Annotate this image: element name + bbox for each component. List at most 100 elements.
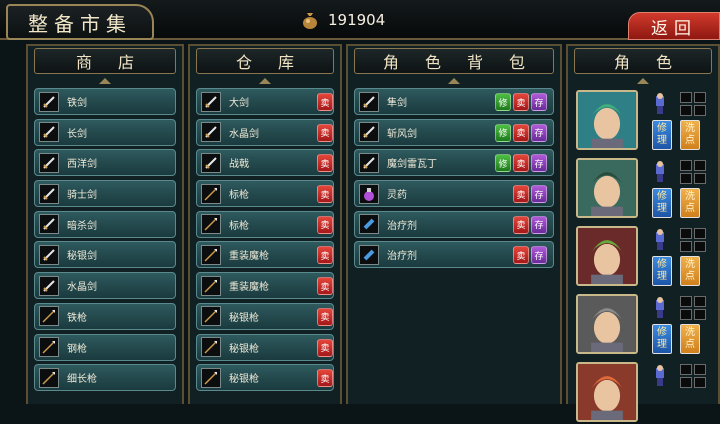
sell-button[interactable]: 卖 (513, 215, 529, 234)
character-card[interactable] (576, 362, 720, 424)
equipment-slot[interactable] (694, 377, 706, 388)
sell-button[interactable]: 卖 (317, 185, 333, 204)
character-portrait[interactable] (576, 158, 638, 218)
equipment-slot[interactable] (694, 241, 706, 252)
equipment-slot[interactable] (694, 160, 706, 171)
sell-button[interactable]: 卖 (317, 338, 333, 357)
character-card[interactable]: 修理 洗点 (576, 90, 720, 152)
store-button[interactable]: 存 (531, 123, 547, 142)
shop-item-row[interactable]: 铁剑 (34, 88, 176, 115)
sell-button[interactable]: 卖 (317, 307, 333, 326)
equipment-slot[interactable] (680, 105, 692, 116)
character-card[interactable]: 修理 洗点 (576, 158, 720, 220)
backpack-item-row[interactable]: 斩风剑 修卖存 (354, 118, 554, 146)
warehouse-item-row[interactable]: 秘银枪 卖 (196, 333, 334, 361)
shop-item-row[interactable]: 暗杀剑 (34, 210, 176, 238)
shop-item-row[interactable]: 钢枪 (34, 333, 176, 361)
reset-points-button[interactable]: 洗点 (680, 120, 700, 150)
repair-all-button[interactable]: 修理 (652, 120, 672, 150)
sword-icon (39, 152, 59, 173)
sell-button[interactable]: 卖 (317, 93, 333, 111)
backpack-item-row[interactable]: 隼剑 修卖存 (354, 88, 554, 115)
equipment-slot[interactable] (694, 228, 706, 239)
character-card[interactable]: 修理 洗点 (576, 226, 720, 288)
character-portrait[interactable] (576, 90, 638, 150)
repair-button[interactable]: 修 (495, 154, 511, 173)
sword-icon (201, 152, 221, 173)
reset-points-button[interactable]: 洗点 (680, 256, 700, 286)
equipment-slot[interactable] (694, 364, 706, 375)
equipment-slot[interactable] (694, 105, 706, 116)
equipment-slot[interactable] (694, 92, 706, 103)
warehouse-item-row[interactable]: 秘银枪 卖 (196, 364, 334, 392)
backpack-item-row[interactable]: 治疗剂 卖存 (354, 241, 554, 269)
warehouse-item-row[interactable]: 重装魔枪 卖 (196, 241, 334, 269)
store-button[interactable]: 存 (531, 93, 547, 111)
repair-all-button[interactable]: 修理 (652, 188, 672, 218)
shop-item-row[interactable]: 长剑 (34, 118, 176, 146)
equipment-slot[interactable] (680, 241, 692, 252)
backpack-item-row[interactable]: 灵药 卖存 (354, 180, 554, 208)
backpack-item-row[interactable]: 治疗剂 卖存 (354, 210, 554, 238)
sell-button[interactable]: 卖 (317, 277, 333, 296)
character-card[interactable]: 修理 洗点 (576, 294, 720, 356)
sell-button[interactable]: 卖 (317, 246, 333, 265)
repair-button[interactable]: 修 (495, 93, 511, 111)
spear-icon (201, 183, 221, 204)
back-button[interactable]: 返回 (628, 12, 720, 40)
warehouse-item-row[interactable]: 标枪 卖 (196, 180, 334, 208)
equipment-slot[interactable] (694, 309, 706, 320)
sell-button[interactable]: 卖 (317, 123, 333, 142)
divider (196, 74, 334, 88)
sell-button[interactable]: 卖 (317, 154, 333, 173)
sell-button[interactable]: 卖 (513, 185, 529, 204)
warehouse-item-row[interactable]: 战戟 卖 (196, 149, 334, 177)
reset-points-button[interactable]: 洗点 (680, 324, 700, 354)
shop-item-name: 铁剑 (67, 98, 87, 109)
equipment-slot[interactable] (694, 296, 706, 307)
sell-button[interactable]: 卖 (513, 246, 529, 265)
equipment-slot[interactable] (680, 309, 692, 320)
equipment-slot[interactable] (680, 160, 692, 171)
backpack-item-name: 隼剑 (387, 98, 407, 109)
shop-item-row[interactable]: 铁枪 (34, 302, 176, 330)
warehouse-item-row[interactable]: 重装魔枪 卖 (196, 272, 334, 300)
store-button[interactable]: 存 (531, 185, 547, 204)
warehouse-item-row[interactable]: 秘银枪 卖 (196, 302, 334, 330)
shop-item-row[interactable]: 水晶剑 (34, 272, 176, 300)
sell-button[interactable]: 卖 (317, 369, 333, 388)
character-portrait[interactable] (576, 362, 638, 422)
sell-button[interactable]: 卖 (513, 93, 529, 111)
equipment-slot[interactable] (694, 173, 706, 184)
character-panel: 角色 修理 洗点 修理 洗点 修理 洗点 修理 洗点 (566, 44, 720, 422)
equipment-slot[interactable] (680, 296, 692, 307)
equipment-slot[interactable] (680, 228, 692, 239)
repair-all-button[interactable]: 修理 (652, 256, 672, 286)
repair-all-button[interactable]: 修理 (652, 324, 672, 354)
equipment-slot[interactable] (680, 377, 692, 388)
warehouse-item-row[interactable]: 水晶剑 卖 (196, 118, 334, 146)
character-portrait[interactable] (576, 226, 638, 286)
shop-item-name: 钢枪 (67, 343, 87, 355)
sell-button[interactable]: 卖 (513, 154, 529, 173)
store-button[interactable]: 存 (531, 215, 547, 234)
sell-button[interactable]: 卖 (317, 215, 333, 234)
warehouse-item-row[interactable]: 大剑 卖 (196, 88, 334, 115)
backpack-item-row[interactable]: 魔剑雷瓦丁 修卖存 (354, 149, 554, 177)
character-sprite-icon (650, 228, 670, 252)
character-portrait[interactable] (576, 294, 638, 354)
store-button[interactable]: 存 (531, 154, 547, 173)
repair-button[interactable]: 修 (495, 123, 511, 142)
shop-item-row[interactable]: 骑士剑 (34, 180, 176, 208)
equipment-slot[interactable] (680, 173, 692, 184)
equipment-slot[interactable] (680, 364, 692, 375)
equipment-slot[interactable] (680, 92, 692, 103)
warehouse-item-row[interactable]: 标枪 卖 (196, 210, 334, 238)
reset-points-button[interactable]: 洗点 (680, 188, 700, 218)
shop-item-row[interactable]: 秘银剑 (34, 241, 176, 269)
shop-item-name: 长剑 (67, 128, 87, 140)
shop-item-row[interactable]: 西洋剑 (34, 149, 176, 177)
shop-item-row[interactable]: 细长枪 (34, 364, 176, 392)
store-button[interactable]: 存 (531, 246, 547, 265)
sell-button[interactable]: 卖 (513, 123, 529, 142)
